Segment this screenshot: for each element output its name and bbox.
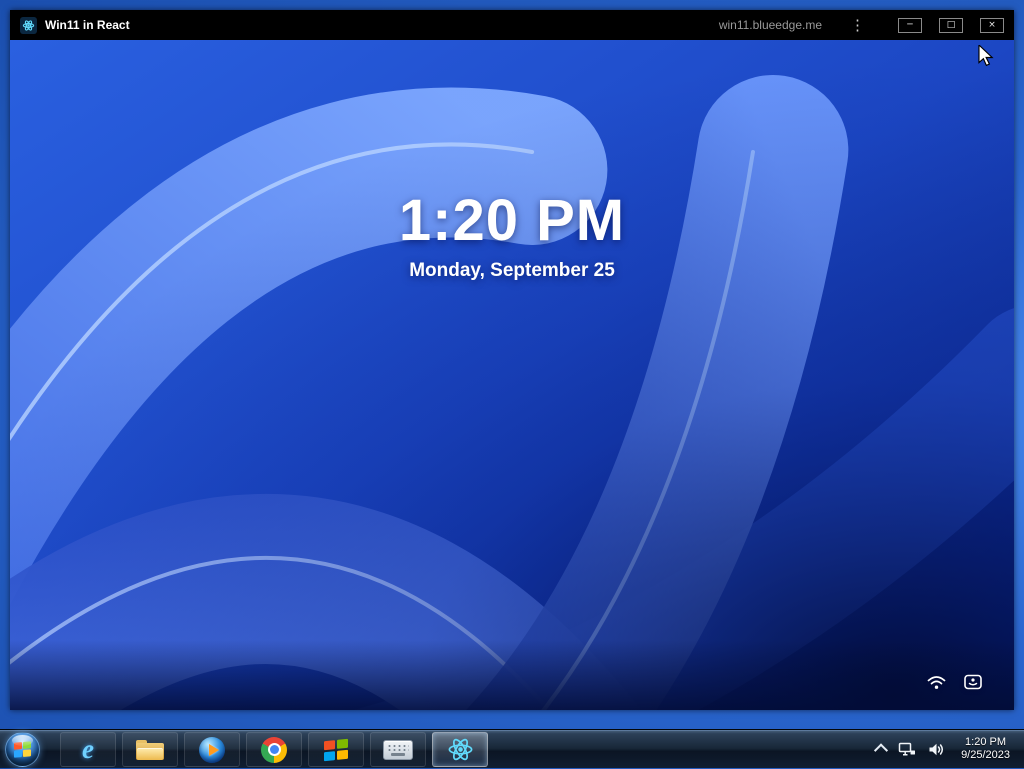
desktop[interactable]: { "window": { "title": "Win11 in React",… xyxy=(0,0,1024,768)
pinned-apps: e xyxy=(60,730,488,769)
app-favicon-react-icon xyxy=(20,16,37,34)
react-app-icon[interactable] xyxy=(432,732,488,767)
window-title: Win11 in React xyxy=(45,18,130,32)
win11-lock-screen[interactable]: 1:20 PM Monday, September 25 xyxy=(10,40,1014,710)
app-window: Win11 in React win11.blueedge.me ⋮ ─ □ × xyxy=(10,10,1014,710)
network-icon[interactable] xyxy=(896,740,918,759)
system-tray: 1:20 PM 9/25/2023 xyxy=(873,730,1024,769)
menu-kebab-icon[interactable]: ⋮ xyxy=(844,18,871,33)
window-titlebar[interactable]: Win11 in React win11.blueedge.me ⋮ ─ □ × xyxy=(10,10,1014,40)
chrome-icon[interactable] xyxy=(246,732,302,767)
ease-of-access-icon[interactable] xyxy=(964,674,982,690)
media-player-icon[interactable] xyxy=(184,732,240,767)
tray-expand-chevron-icon[interactable] xyxy=(873,742,889,758)
tray-date: 9/25/2023 xyxy=(961,749,1010,761)
windows-flag-icon[interactable] xyxy=(308,732,364,767)
bloom-wallpaper xyxy=(10,40,1014,710)
maximize-button[interactable]: □ xyxy=(939,17,963,33)
lock-clock: 1:20 PM Monday, September 25 xyxy=(10,192,1014,282)
keyboard-app-icon[interactable] xyxy=(370,732,426,767)
volume-icon[interactable] xyxy=(926,740,947,759)
close-button[interactable]: × xyxy=(980,17,1004,33)
lock-status-icons xyxy=(927,674,982,690)
internet-explorer-icon[interactable]: e xyxy=(60,732,116,767)
lock-date: Monday, September 25 xyxy=(409,260,615,281)
wifi-icon[interactable] xyxy=(927,675,946,690)
tray-clock[interactable]: 1:20 PM 9/25/2023 xyxy=(955,736,1016,762)
tray-time: 1:20 PM xyxy=(965,736,1007,748)
file-explorer-icon[interactable] xyxy=(122,732,178,767)
windows-orb-icon xyxy=(4,731,40,767)
window-url: win11.blueedge.me xyxy=(718,18,822,32)
taskbar: e 1:20 PM 9/25/2023 xyxy=(0,729,1024,768)
start-button[interactable] xyxy=(0,730,44,769)
lock-time: 1:20 PM xyxy=(398,188,626,253)
minimize-button[interactable]: ─ xyxy=(898,17,922,33)
